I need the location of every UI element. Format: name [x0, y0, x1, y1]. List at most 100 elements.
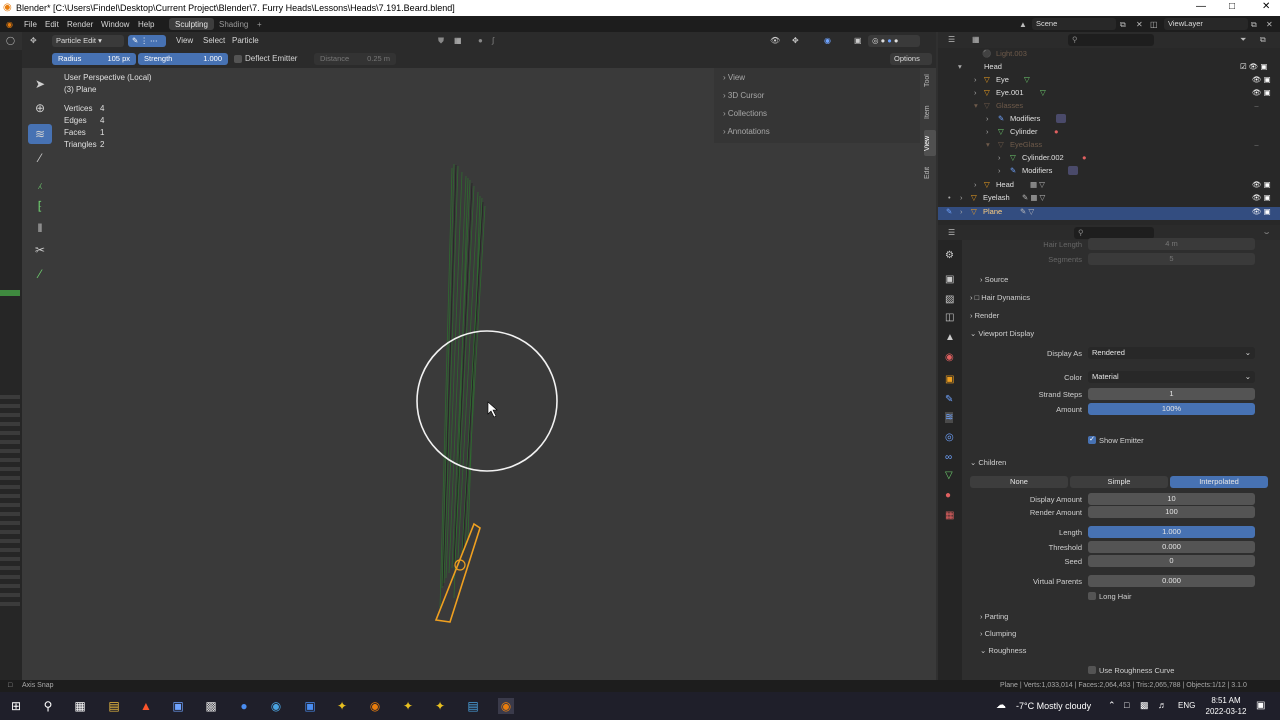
task-view-icon[interactable]: ▦ [72, 698, 88, 714]
clumping-panel-header[interactable]: › Clumping [980, 629, 1016, 638]
render-amount-field[interactable]: 100 [1088, 506, 1255, 518]
deflect-emitter-checkbox[interactable] [234, 55, 242, 63]
children-mode-none[interactable]: None [970, 476, 1068, 488]
add-tool-icon[interactable]: ⁁ [28, 172, 52, 192]
select-mode-buttons[interactable]: ✎ ⋮ ⋯ [128, 35, 166, 47]
hair-length-field[interactable]: 4 m [1088, 238, 1255, 250]
smooth-tool-icon[interactable]: ⁄ [28, 148, 52, 168]
tab-sculpting[interactable]: Sculpting [169, 18, 214, 30]
children-panel-header[interactable]: ⌄ Children [970, 458, 1006, 467]
outliner-row-head-object[interactable]: › ▽ Head ▦ ▽ 👁 ▣ [938, 180, 1280, 193]
npanel-tab-view[interactable]: View [924, 130, 936, 156]
new-scene-icon[interactable]: ⧉ [1120, 20, 1126, 30]
clock-time[interactable]: 8:51 AM [1206, 696, 1246, 705]
menu-window[interactable]: Window [101, 20, 129, 29]
tab-shading[interactable]: Shading [213, 18, 254, 30]
viewport-display-panel-header[interactable]: ⌄ Viewport Display [970, 329, 1034, 338]
outliner-row-cylinder-002[interactable]: › ▽ Cylinder.002 ● [938, 153, 1280, 166]
material-tab-icon[interactable]: ● [945, 490, 951, 501]
properties-editor-icon[interactable]: ☰ [948, 228, 955, 237]
outliner-editor-icon[interactable]: ☰ [948, 35, 955, 44]
falloff-icon[interactable]: ∫ [492, 36, 494, 45]
pin-icon[interactable]: ⌣ [1264, 228, 1269, 238]
weight-tool-icon[interactable]: ⁄ [28, 264, 52, 284]
hair-dynamics-panel-header[interactable]: › □ Hair Dynamics [970, 293, 1030, 302]
proportional-edit-icon[interactable]: ● [478, 36, 483, 45]
windows-start-icon[interactable]: ⊞ [8, 698, 24, 714]
threshold-field[interactable]: 0.000 [1088, 541, 1255, 553]
data-tab-icon[interactable]: ▽ [945, 470, 953, 481]
strength-field[interactable]: Strength 1.000 [138, 53, 228, 65]
menu-render[interactable]: Render [67, 20, 93, 29]
display-amount-field[interactable]: 10 [1088, 493, 1255, 505]
particles-tab-icon[interactable]: ≋ [945, 412, 954, 423]
outliner-search-input[interactable]: ⚲ [1068, 34, 1154, 46]
roughness-panel-header[interactable]: ⌄ Roughness [980, 646, 1026, 655]
tool-tab-icon[interactable]: ⚙ [945, 250, 954, 261]
tray-chevron-icon[interactable]: ⌃ [1108, 700, 1116, 711]
scene-selector[interactable]: Scene [1032, 18, 1116, 30]
cut-tool-icon[interactable]: ✂ [28, 240, 52, 260]
options-dropdown[interactable]: Options [890, 53, 932, 65]
filter-icon[interactable]: ⏷ [1240, 35, 1246, 45]
outliner-row-light-003[interactable]: ⚫ Light.003 [938, 49, 1280, 62]
header-menu-select[interactable]: Select [203, 36, 225, 45]
segments-field[interactable]: 5 [1088, 253, 1255, 265]
radius-field[interactable]: Radius 105 px [52, 53, 136, 65]
children-mode-simple[interactable]: Simple [1070, 476, 1168, 488]
npanel-section-annotations[interactable]: › Annotations [723, 127, 770, 136]
clock-date[interactable]: 2022-03-12 [1200, 707, 1252, 716]
npanel-tab-edit[interactable]: Edit [924, 162, 936, 184]
output-tab-icon[interactable]: ▨ [945, 294, 954, 305]
app-icon-1[interactable]: ▣ [170, 698, 186, 714]
shading-mode-buttons[interactable]: ◎ ● ● ● [868, 35, 920, 47]
menu-help[interactable]: Help [138, 20, 154, 29]
network-icon[interactable]: ▩ [1140, 700, 1149, 711]
modifier-tab-icon[interactable]: ✎ [945, 394, 953, 405]
new-view-layer-icon[interactable]: ⧉ [1251, 20, 1257, 30]
app-icon-8[interactable]: ▤ [465, 698, 481, 714]
language-indicator[interactable]: ENG [1178, 701, 1195, 710]
distance-field[interactable]: Distance 0.25 m [314, 53, 396, 65]
npanel-section-view[interactable]: › View [723, 73, 745, 82]
blender-taskbar-icon[interactable]: ◉ [498, 698, 514, 714]
outliner-row-eye[interactable]: › ▽ Eye ▽ 👁 ▣ [938, 75, 1280, 88]
display-as-dropdown[interactable]: Rendered ⌄ [1088, 347, 1255, 359]
outliner-row-eyelash[interactable]: • › ▽ Eyelash ✎ ▦ ▽ 👁 ▣ [938, 193, 1280, 206]
virtual-parents-field[interactable]: 0.000 [1088, 575, 1255, 587]
3d-cursor-tool-icon[interactable]: ⊕ [28, 98, 52, 118]
physics-tab-icon[interactable]: ◎ [945, 432, 954, 443]
xray-icon[interactable]: ▣ [854, 36, 862, 45]
children-mode-interpolated[interactable]: Interpolated [1170, 476, 1268, 488]
app-icon-2[interactable]: ◉ [268, 698, 284, 714]
tray-app-icon[interactable]: □ [1124, 700, 1129, 710]
3d-viewport[interactable]: User Perspective (Local) (3) Plane Verti… [22, 68, 936, 680]
strand-steps-field[interactable]: 1 [1088, 388, 1255, 400]
view-layer-tab-icon[interactable]: ◫ [945, 312, 954, 323]
delete-scene-icon[interactable]: ✕ [1136, 20, 1143, 29]
menu-edit[interactable]: Edit [45, 20, 59, 29]
color-dropdown[interactable]: Material ⌄ [1088, 371, 1255, 383]
constraints-tab-icon[interactable]: ∞ [945, 452, 952, 463]
npanel-section-3d-cursor[interactable]: › 3D Cursor [723, 91, 764, 100]
maximize-button[interactable]: □ [1229, 1, 1235, 12]
app-icon-6[interactable]: ✦ [400, 698, 416, 714]
render-panel-header[interactable]: › Render [970, 311, 999, 320]
delete-view-layer-icon[interactable]: ✕ [1266, 20, 1273, 29]
add-workspace-button[interactable]: + [257, 20, 262, 29]
cursor-tool-icon[interactable]: ➤ [28, 74, 52, 94]
use-roughness-curve-checkbox[interactable] [1088, 666, 1096, 674]
npanel-tab-item[interactable]: Item [924, 100, 936, 124]
outliner-row-plane[interactable]: ✎ › ▽ Plane ✎ ▽ 👁 ▣ [938, 207, 1280, 220]
display-mode-icon[interactable]: ▦ [972, 35, 980, 44]
parting-panel-header[interactable]: › Parting [980, 612, 1008, 621]
npanel-tab-tool[interactable]: Tool [924, 68, 936, 94]
mode-selector[interactable]: Particle Edit ▾ [52, 35, 124, 47]
volume-icon[interactable]: ♬ [1158, 700, 1167, 710]
puff-tool-icon[interactable]: ‖ [28, 218, 52, 238]
file-explorer-icon[interactable]: ▤ [106, 698, 122, 714]
render-tab-icon[interactable]: ▣ [945, 274, 954, 285]
npanel-section-collections[interactable]: › Collections [723, 109, 767, 118]
snap-grid-icon[interactable]: ▦ [454, 36, 462, 45]
taskbar-search-icon[interactable]: ⚲ [40, 698, 56, 714]
